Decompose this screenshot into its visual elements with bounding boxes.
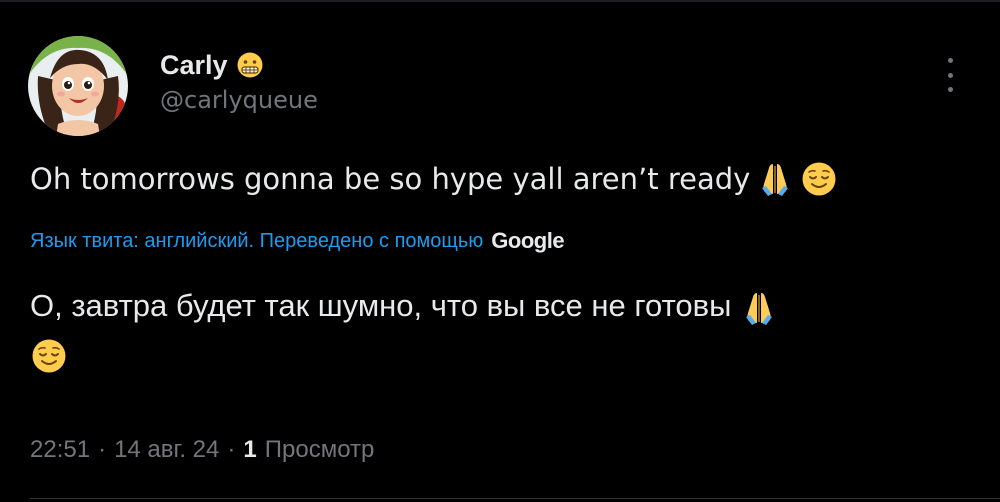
more-dot <box>947 87 953 92</box>
folded-hands-emoji-icon <box>756 160 794 198</box>
more-dot <box>947 72 953 78</box>
tweet-text-body: Oh tomorrows gonna be so hype yall aren’… <box>30 162 751 196</box>
avatar-illustration <box>28 36 128 136</box>
tweet-date[interactable]: 14 авг. 24 <box>114 436 219 464</box>
relieved-face-emoji-icon <box>800 160 838 198</box>
google-logo: Google <box>491 228 565 253</box>
views-label: Просмотр <box>264 436 375 463</box>
bottom-divider <box>30 498 1000 499</box>
meta-separator: · <box>227 436 236 463</box>
author-handle[interactable]: @carlyqueue <box>160 86 318 114</box>
more-dot <box>947 58 953 63</box>
translated-tweet-text: О, завтра будет так шумно, что вы все не… <box>30 282 960 378</box>
author-name[interactable]: Carly <box>160 50 228 81</box>
grimacing-face-emoji-icon <box>236 51 264 79</box>
avatar[interactable] <box>28 36 128 136</box>
folded-hands-emoji-icon <box>740 289 778 327</box>
tweet-meta: 22:51 · 14 авг. 24 · 1 Просмотр <box>30 436 374 464</box>
translation-note-link[interactable]: Язык твита: английский. Переведено с пом… <box>30 230 483 253</box>
views-count: 1 <box>243 436 257 463</box>
author-name-row[interactable]: Carly <box>160 48 264 82</box>
tweet-time[interactable]: 22:51 <box>30 436 90 464</box>
more-options-icon[interactable] <box>937 58 963 92</box>
translated-text-body: О, завтра будет так шумно, что вы все не… <box>30 288 732 323</box>
tweet-text: Oh tomorrows gonna be so hype yall aren’… <box>30 160 838 198</box>
translation-note-row: Язык твита: английский. Переведено с пом… <box>30 228 565 254</box>
top-divider <box>0 0 1000 2</box>
meta-separator: · <box>98 436 107 463</box>
relieved-face-emoji-icon <box>30 337 68 375</box>
